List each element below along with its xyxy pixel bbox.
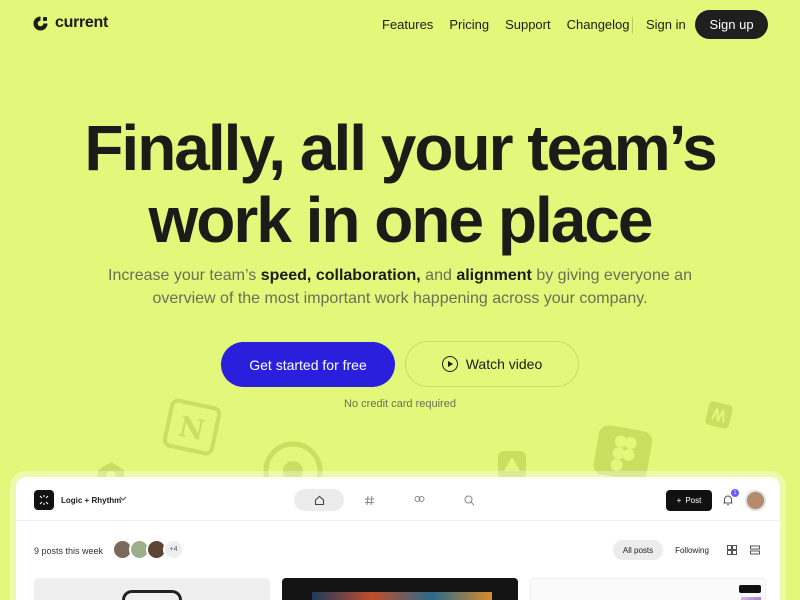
post-card[interactable] [34,578,270,600]
tab-search[interactable] [444,489,494,511]
sub-bold-1: speed, collaboration, [260,267,421,284]
nav-links: Features Pricing Support Changelog [382,17,630,32]
post-image [312,592,492,600]
new-post-button[interactable]: + Post [666,490,712,511]
filter-all-posts[interactable]: All posts [613,540,663,560]
play-icon [441,356,458,372]
miro-icon [705,401,733,429]
signup-button[interactable]: Sign up [695,10,768,39]
grid-view-icon[interactable] [727,545,737,555]
watch-video-label: Watch video [465,356,543,372]
notion-icon: N [162,398,222,456]
no-credit-card-note: No credit card required [344,398,456,410]
figma-icon [593,425,653,480]
tab-people[interactable] [394,489,444,511]
contributor-avatars[interactable]: +4 [112,539,184,560]
workspace-name[interactable]: Logic + Rhythm [61,496,121,505]
current-logo-icon [33,16,48,30]
list-view-icon[interactable] [750,545,760,555]
post-card[interactable] [530,578,766,600]
post-button-label: Post [685,496,702,505]
people-icon [414,495,424,502]
nav-link-changelog[interactable]: Changelog [567,17,630,32]
user-avatar[interactable] [745,490,766,511]
hero-subtitle: Increase your team’s speed, collaboratio… [100,264,700,310]
hero-title-line-1: Finally, all your team’s [84,112,717,184]
sub-text-1: Increase your team’s [108,267,261,284]
posts-count: 9 posts this week [34,546,104,556]
search-icon [464,495,474,505]
hero-title-line-2: work in one place [148,184,653,256]
tab-channels[interactable] [344,489,394,511]
sub-bold-2: alignment [456,267,532,284]
post-card[interactable] [282,578,518,600]
more-avatars-count: +4 [163,539,184,560]
home-icon [314,495,324,505]
filter-following[interactable]: Following [672,540,712,560]
tab-home[interactable] [294,489,344,511]
hero-title: Finally, all your team’s work in one pla… [0,112,800,256]
app-topbar: Logic + Rhythm + Post 1 [16,477,780,521]
sub-text-2: and [420,267,457,284]
top-nav: current Features Pricing Support Changel… [0,0,800,50]
app-tabbar [294,489,494,511]
nav-link-pricing[interactable]: Pricing [449,17,489,32]
signin-link[interactable]: Sign in [646,17,686,32]
app-preview: Logic + Rhythm + Post 1 9 posts this wee… [16,477,780,600]
workspace-logo-icon[interactable] [34,490,54,510]
phone-image [122,590,182,600]
sun-icon [263,441,323,480]
nav-link-features[interactable]: Features [382,17,433,32]
post-image [739,585,761,593]
brand-name: current [55,14,109,31]
brand-logo[interactable]: current [32,14,108,32]
notification-badge: 1 [731,489,739,497]
chevron-down-icon[interactable] [119,494,127,502]
svg-text:N: N [176,410,208,448]
get-started-button[interactable]: Get started for free [221,342,395,387]
watch-video-button[interactable]: Watch video [405,341,579,387]
nav-divider [632,17,633,33]
nav-link-support[interactable]: Support [505,17,551,32]
plus-icon: + [676,496,682,505]
hash-icon [364,495,374,505]
